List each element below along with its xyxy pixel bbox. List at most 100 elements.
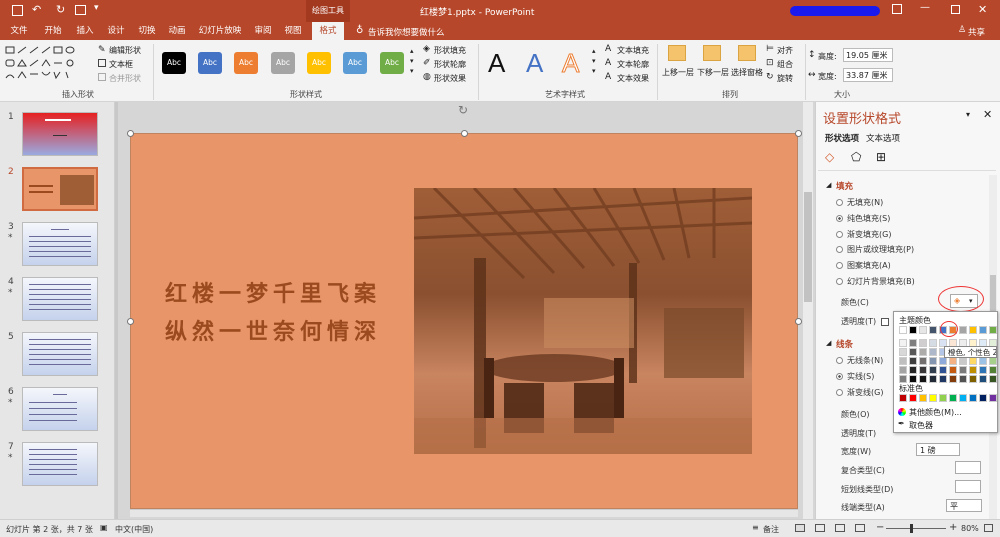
collapse-line-icon[interactable]: ◢ [826,339,831,347]
gallery-scroll-icon[interactable]: ▴ ▾ ▾ [410,46,414,76]
collapse-fill-icon[interactable]: ◢ [826,181,831,189]
theme-color-swatch[interactable] [969,375,977,383]
customize-qat-icon[interactable]: ▾ [94,3,99,13]
radio-icon[interactable] [836,373,843,380]
tab-file[interactable]: 文件 [6,22,32,40]
account-name[interactable] [790,6,880,16]
style-swatch-lightblue[interactable]: Abc [343,52,367,74]
style-swatch-black[interactable]: Abc [162,52,186,74]
shapes-gallery[interactable] [4,44,88,84]
tab-text-options[interactable]: 文本选项 [866,132,900,144]
resize-handle-mr[interactable] [795,318,802,325]
theme-color-swatch[interactable] [909,348,917,356]
shape-fill-button[interactable]: 形状填充 [434,45,466,56]
wordart-scroll-icon[interactable]: ▴ ▾ ▾ [592,46,596,76]
style-swatch-orange[interactable]: Abc [234,52,258,74]
zoom-thumb[interactable] [910,524,913,533]
standard-color-swatch[interactable] [959,394,967,402]
theme-color-swatch[interactable] [989,366,997,374]
theme-color-swatch[interactable] [899,348,907,356]
cap-type-select[interactable]: 平 [946,499,982,512]
size-properties-icon[interactable]: ⊞ [876,150,886,164]
standard-color-swatch[interactable] [989,394,997,402]
theme-color-swatch[interactable] [919,348,927,356]
reading-view-icon[interactable] [835,524,845,532]
dash-type-button[interactable] [955,480,981,493]
present-icon[interactable] [75,5,86,15]
text-outline-button[interactable]: 文本轮廓 [617,59,649,70]
compound-type-button[interactable] [955,461,981,474]
eyedropper-item[interactable]: 取色器 [909,420,933,431]
theme-color-swatch[interactable] [919,339,927,347]
rotate-button[interactable]: 旋转 [777,73,793,84]
theme-color-swatch[interactable] [909,375,917,383]
zoom-slider[interactable] [886,524,946,533]
theme-color-swatch[interactable] [939,375,947,383]
transparency-slider[interactable] [881,318,889,326]
garden-pergola-image[interactable] [414,188,752,454]
theme-color-swatch[interactable] [969,357,977,365]
align-button[interactable]: 对齐 [777,45,793,56]
slideshow-view-icon[interactable] [855,524,865,532]
standard-color-swatch[interactable] [899,394,907,402]
slide-thumbnail-7[interactable] [22,442,98,486]
tab-design[interactable]: 设计 [103,22,129,40]
theme-color-swatch[interactable] [939,366,947,374]
poem-line-1[interactable]: 红楼一梦千里飞案 [165,276,381,308]
radio-icon[interactable] [836,199,843,206]
theme-color-swatch[interactable] [949,366,957,374]
theme-color-swatch[interactable] [929,326,937,334]
theme-color-swatch[interactable] [979,357,987,365]
theme-color-swatch[interactable] [949,375,957,383]
wordart-style-black[interactable]: A [488,48,505,79]
restore-icon[interactable] [951,5,960,14]
notes-button[interactable]: 备注 [763,524,779,535]
radio-icon[interactable] [836,357,843,364]
wordart-style-orange[interactable]: A [561,48,579,79]
slide-thumbnail-panel[interactable]: 1 2 3 * 4 * 5 6 * 7 * [0,102,115,519]
theme-color-swatch[interactable] [989,375,997,383]
close-window-icon[interactable]: ✕ [978,3,987,16]
gradient-fill-radio[interactable]: 渐变填充(G) [836,229,891,240]
group-button[interactable]: 组合 [777,59,793,70]
resize-handle-ml[interactable] [127,318,134,325]
tab-insert[interactable]: 插入 [72,22,98,40]
no-fill-radio[interactable]: 无填充(N) [836,197,883,208]
minimize-icon[interactable]: — [920,2,930,13]
pattern-fill-radio[interactable]: 图案填充(A) [836,260,891,271]
theme-color-swatch[interactable] [959,326,967,334]
fill-line-icon[interactable]: ◇ [825,150,834,164]
ribbon-display-icon[interactable] [892,4,902,14]
theme-color-swatch[interactable] [929,357,937,365]
no-line-radio[interactable]: 无线条(N) [836,355,883,366]
theme-color-swatch[interactable] [929,348,937,356]
width-input[interactable]: 33.87 厘米 [843,68,893,82]
language-indicator[interactable]: 中文(中国) [115,524,153,535]
wordart-style-blue[interactable]: A [526,48,543,79]
theme-color-swatch[interactable] [949,357,957,365]
theme-color-swatch[interactable] [979,366,987,374]
style-swatch-gold[interactable]: Abc [307,52,331,74]
tab-home[interactable]: 开始 [40,22,66,40]
theme-color-swatch[interactable] [959,366,967,374]
selection-pane-button[interactable]: 选择窗格 [731,67,763,78]
radio-icon[interactable] [836,231,843,238]
slide-thumbnail-1[interactable] [22,112,98,156]
standard-color-swatch[interactable] [949,394,957,402]
tab-view[interactable]: 视图 [280,22,306,40]
radio-icon[interactable] [836,215,843,222]
radio-icon[interactable] [836,278,843,285]
theme-color-swatch[interactable] [959,357,967,365]
canvas-vscroll[interactable] [803,102,813,519]
text-fill-button[interactable]: 文本填充 [617,45,649,56]
fit-slide-icon[interactable] [984,524,993,532]
theme-color-swatch[interactable] [929,339,937,347]
text-effects-button[interactable]: 文本效果 [617,73,649,84]
merge-shapes-button[interactable]: 合并形状 [109,73,141,84]
redo-icon[interactable]: ↻ [56,3,65,16]
theme-color-swatch[interactable] [929,366,937,374]
poem-line-2[interactable]: 纵然一世奈何情深 [165,314,381,346]
radio-icon[interactable] [836,262,843,269]
tab-review[interactable]: 审阅 [250,22,276,40]
tab-animations[interactable]: 动画 [164,22,190,40]
